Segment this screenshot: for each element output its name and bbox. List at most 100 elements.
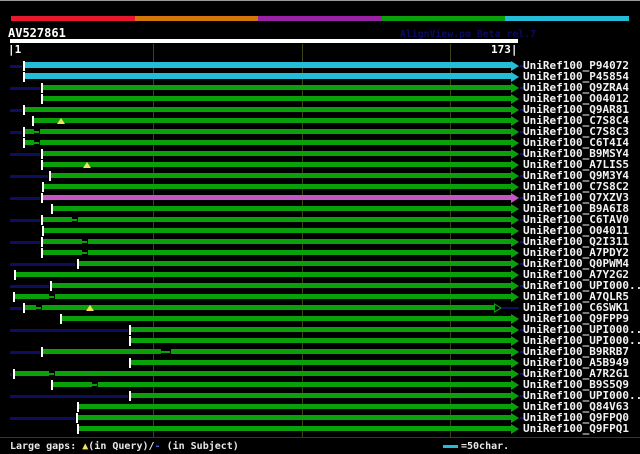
hit-bar[interactable] <box>15 294 511 299</box>
subject-gap-dash <box>49 373 54 375</box>
hit-label[interactable]: UniRef100_Q9FPQ1 <box>523 423 629 435</box>
hit-bar[interactable] <box>25 62 511 68</box>
hit-bar[interactable] <box>53 206 511 211</box>
hit-bar[interactable] <box>51 173 511 178</box>
hit-bar[interactable] <box>43 250 511 255</box>
hit-arrow-icon[interactable] <box>511 105 519 115</box>
subject-extension-line <box>10 219 40 222</box>
subject-gap-dash <box>82 252 87 254</box>
plot-bottom-line <box>0 437 640 438</box>
hit-arrow-icon[interactable] <box>511 94 519 104</box>
scale-legend-line <box>443 445 458 448</box>
hit-arrow-icon[interactable] <box>511 391 519 401</box>
hit-bar[interactable] <box>53 382 511 387</box>
subject-extension-line <box>10 109 22 112</box>
hit-arrow-icon[interactable] <box>511 116 519 126</box>
hit-bar[interactable] <box>79 426 511 431</box>
subject-extension-line <box>10 197 40 200</box>
hit-arrow-icon[interactable] <box>511 270 519 280</box>
subject-extension-line <box>10 307 22 310</box>
query-gap-triangle-icon <box>83 162 91 168</box>
hit-bar[interactable] <box>52 283 511 288</box>
hit-bar[interactable] <box>78 415 511 420</box>
hit-bar[interactable] <box>79 404 511 409</box>
subject-extension-line <box>10 65 22 68</box>
gap-legend: Large gaps: ▲(in Query)/- (in Subject) <box>10 441 239 453</box>
hit-arrow-inner <box>495 305 500 311</box>
subject-gap-dash <box>72 219 77 221</box>
hit-bar[interactable] <box>131 338 511 343</box>
hit-bar[interactable] <box>43 96 511 101</box>
hit-bar[interactable] <box>131 360 511 365</box>
hit-arrow-icon[interactable] <box>511 325 519 335</box>
hit-arrow-icon[interactable] <box>511 226 519 236</box>
hit-arrow-icon[interactable] <box>511 171 519 181</box>
subject-extension-line <box>10 175 48 178</box>
hit-bar[interactable] <box>43 239 511 244</box>
subject-gap-dash <box>82 241 87 243</box>
hit-arrow-icon[interactable] <box>511 127 519 137</box>
hit-bar[interactable] <box>131 327 511 332</box>
subject-gap-dash <box>34 142 39 144</box>
hit-bar[interactable] <box>25 73 511 79</box>
hit-bar[interactable] <box>16 272 511 277</box>
hit-bar[interactable] <box>43 85 511 90</box>
hit-bar[interactable] <box>34 118 511 123</box>
alignment-plot: UniRef100_P94072 UniRef100_P45854 UniRef10… <box>0 0 640 454</box>
hit-arrow-icon[interactable] <box>511 83 519 93</box>
subject-extension-line <box>10 263 75 266</box>
hit-arrow-icon[interactable] <box>511 61 519 71</box>
hit-arrow-icon[interactable] <box>511 281 519 291</box>
hit-arrow-icon[interactable] <box>511 237 519 247</box>
hit-arrow-icon[interactable] <box>511 259 519 269</box>
hit-arrow-icon[interactable] <box>511 292 519 302</box>
subject-extension-line <box>10 417 75 420</box>
hit-arrow-icon[interactable] <box>511 204 519 214</box>
legend-prefix: Large gaps: <box>10 441 83 452</box>
hit-arrow-icon[interactable] <box>511 138 519 148</box>
hit-arrow-icon[interactable] <box>511 149 519 159</box>
hit-bar[interactable] <box>43 162 511 167</box>
hit-bar[interactable] <box>44 228 511 233</box>
hit-arrow-icon[interactable] <box>511 380 519 390</box>
hit-bar[interactable] <box>44 184 511 189</box>
hit-arrow-icon[interactable] <box>511 72 519 82</box>
scale-legend-label: =50char. <box>461 441 510 452</box>
hit-bar[interactable] <box>131 393 511 398</box>
hit-bar[interactable] <box>25 140 511 145</box>
hit-arrow-icon[interactable] <box>511 248 519 258</box>
hit-bar[interactable] <box>43 195 511 200</box>
legend-query-part: (in Query)/ <box>88 441 155 452</box>
alignment-viewer: 20%~40%~60%~80%~100% AV527861 AlignView.… <box>0 0 640 454</box>
hit-arrow-icon[interactable] <box>511 215 519 225</box>
hit-arrow-icon[interactable] <box>511 413 519 423</box>
legend-subject-part: (in Subject) <box>160 441 239 452</box>
hit-bar[interactable] <box>15 371 511 376</box>
hit-arrow-icon[interactable] <box>511 182 519 192</box>
hit-bar[interactable] <box>25 129 511 134</box>
subject-extension-line <box>10 153 40 156</box>
subject-trailing-line <box>502 307 519 309</box>
subject-gap-dash <box>36 307 41 309</box>
hit-arrow-icon[interactable] <box>511 369 519 379</box>
subject-gap-dash <box>34 131 39 133</box>
hit-bar[interactable] <box>79 261 511 266</box>
query-gap-triangle-icon <box>86 305 94 311</box>
hit-arrow-icon[interactable] <box>511 347 519 357</box>
subject-extension-line <box>10 131 22 134</box>
hit-bar[interactable] <box>43 349 511 354</box>
hit-bar[interactable] <box>25 107 511 112</box>
hit-arrow-icon[interactable] <box>511 160 519 170</box>
hit-arrow-icon[interactable] <box>511 193 519 203</box>
hit-arrow-icon[interactable] <box>511 336 519 346</box>
subject-extension-line <box>10 351 40 354</box>
hit-bar[interactable] <box>25 305 494 310</box>
hit-arrow-icon[interactable] <box>511 402 519 412</box>
hit-arrow-icon[interactable] <box>511 314 519 324</box>
hit-bar[interactable] <box>43 217 511 222</box>
hit-arrow-icon[interactable] <box>511 424 519 434</box>
subject-gap-dash <box>92 384 97 386</box>
hit-arrow-icon[interactable] <box>511 358 519 368</box>
hit-bar[interactable] <box>43 151 511 156</box>
hit-bar[interactable] <box>62 316 511 321</box>
